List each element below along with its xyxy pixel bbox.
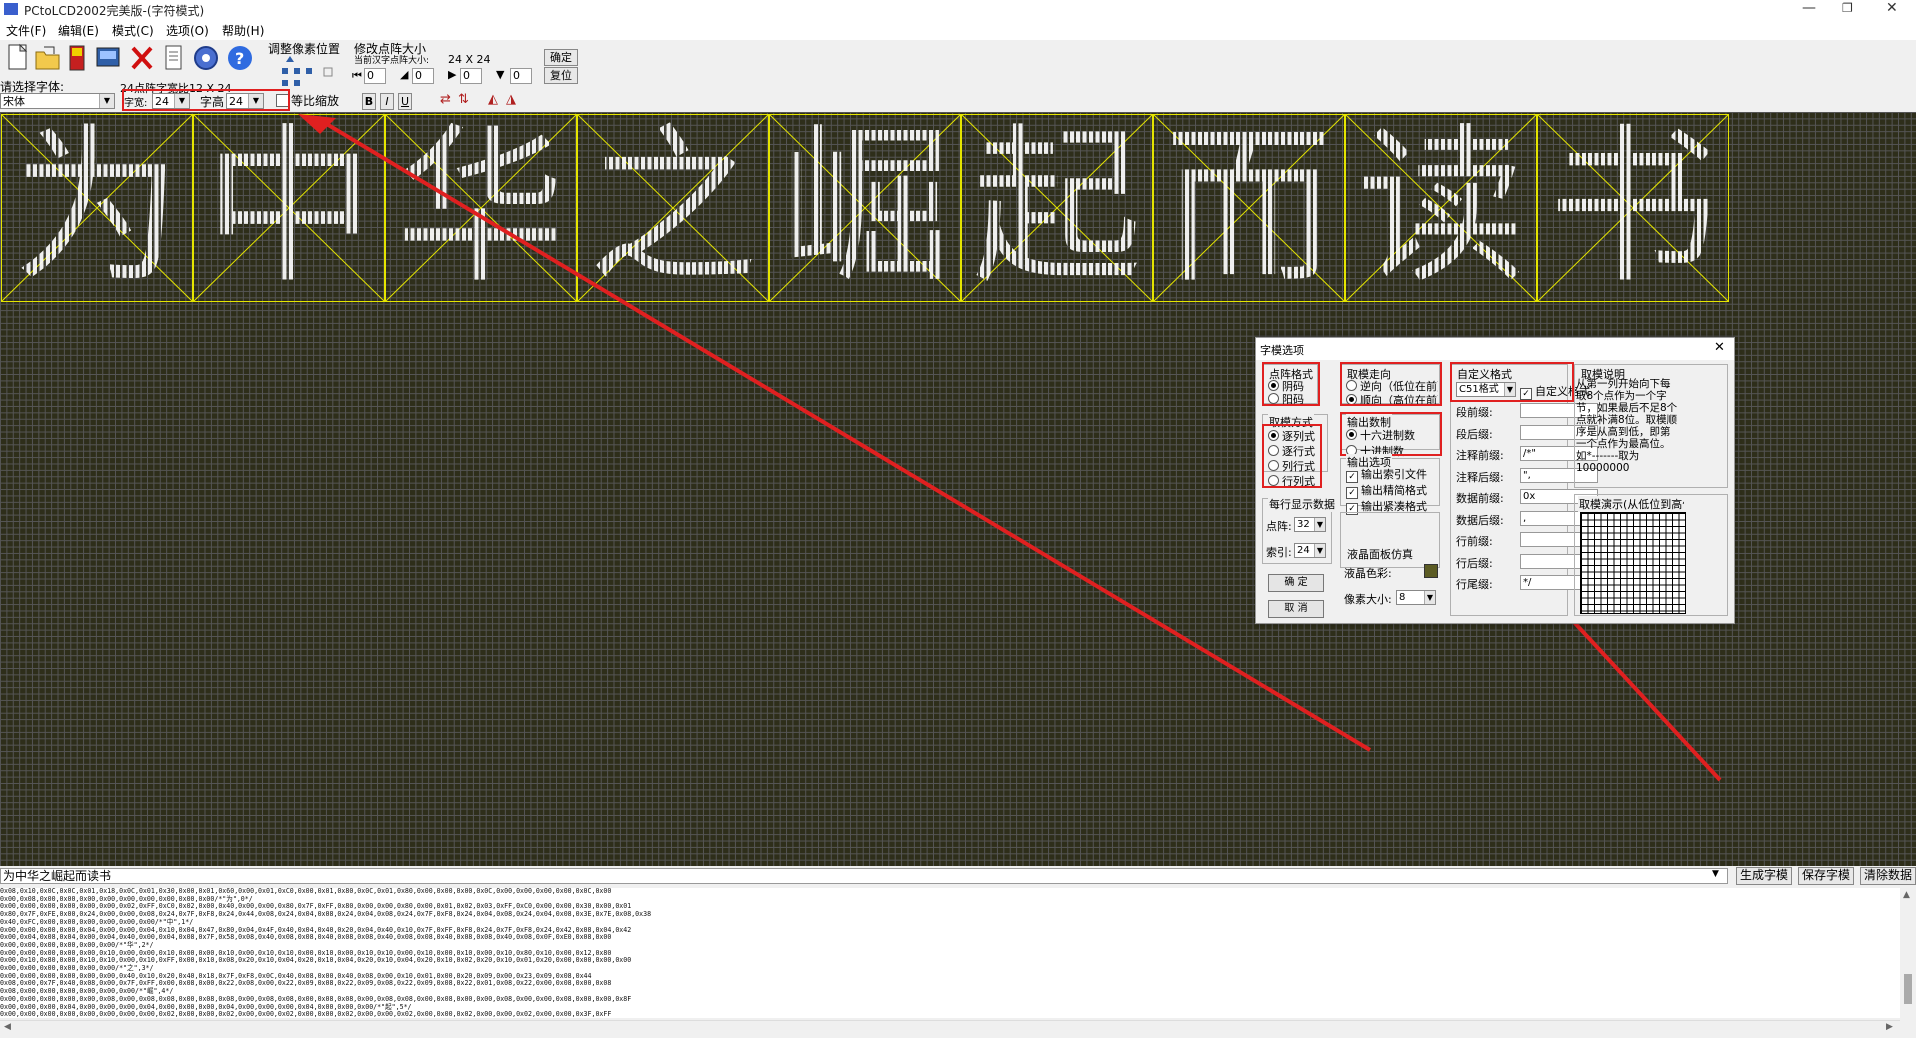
custom-row-label: 行后缀:: [1456, 556, 1493, 570]
dialog-ok-button[interactable]: 确 定: [1268, 574, 1324, 592]
custom-row-label: 数据后缀:: [1456, 513, 1504, 527]
custom-row-label: 数据前缀:: [1456, 492, 1504, 505]
output-text-area[interactable]: 0x08,0x10,0x0C,0x0C,0x01,0x18,0x0C,0x01,…: [0, 888, 1900, 1018]
font-options-dialog: 字模选项 ✕ 点阵格式 阴码 阳码 取模方式 逐列式 逐行式 列行式 行列式 每…: [1255, 337, 1735, 624]
chevron-down-icon: ▼: [1314, 544, 1325, 557]
scroll-right-icon[interactable]: ▶: [1886, 1022, 1893, 1032]
lcd-title: 液晶面板仿真: [1346, 546, 1414, 562]
horizontal-scrollbar[interactable]: ◀ ▶: [0, 1020, 1900, 1037]
custom-row-label: 段后缀:: [1456, 427, 1493, 441]
check-index-file[interactable]: ✓ 输出索引文件: [1346, 466, 1427, 483]
dots-select[interactable]: 32 ▼: [1294, 517, 1326, 532]
chevron-down-icon: ▼: [1424, 591, 1435, 604]
generate-button[interactable]: 生成字模: [1736, 867, 1792, 885]
dialog-close-icon[interactable]: ✕: [1714, 340, 1725, 355]
bottom-bar: 为中华之崛起而读书 ▼ 生成字模 保存字模 清除数据: [0, 866, 1916, 886]
chevron-down-icon[interactable]: ▼: [1712, 869, 1719, 879]
text-input[interactable]: 为中华之崛起而读书: [0, 868, 1728, 884]
per-row-title: 每行显示数据: [1268, 496, 1336, 512]
scroll-left-icon[interactable]: ◀: [4, 1022, 11, 1032]
scroll-up-icon[interactable]: ▲: [1903, 890, 1910, 900]
check-compact-format[interactable]: ✓ 输出精简格式: [1346, 482, 1427, 499]
index-label: 索引:: [1266, 546, 1292, 559]
custom-row-label: 注释前缀:: [1456, 449, 1504, 462]
lcd-color-swatch[interactable]: [1424, 564, 1438, 578]
pixel-size-select[interactable]: 8 ▼: [1396, 590, 1436, 605]
annotation-box: [1340, 412, 1442, 456]
output-line: 0x80,0x7F,0xFE,0x00,0x24,0x00,0x00,0x08,…: [0, 910, 652, 919]
demo-title: 取模演示(从低位到高位): [1578, 496, 1684, 512]
annotation-box: [1262, 362, 1320, 406]
lcd-color-label: 液晶色彩:: [1344, 567, 1392, 580]
dots-label: 点阵:: [1266, 520, 1292, 533]
annotation-box: [1450, 362, 1574, 402]
output-line: 0x00,0x04,0x08,0x04,0x00,0x04,0x40,0x00,…: [0, 933, 612, 942]
annotation-box: [1262, 424, 1322, 488]
scroll-thumb[interactable]: [1904, 974, 1912, 1004]
clear-button[interactable]: 清除数据: [1860, 867, 1916, 885]
output-line: 0x08,0x00,0x7F,0x40,0x08,0x00,0x7F,0xFF,…: [0, 979, 612, 988]
custom-row-label: 行尾缀:: [1456, 578, 1493, 591]
dialog-header: 字模选项 ✕: [1256, 338, 1734, 360]
dialog-cancel-button[interactable]: 取 消: [1268, 600, 1324, 618]
desc-text: 从第一列开始向下每取8个点作为一个字节，如果最后不足8个点就补满8位。取模顺序是…: [1576, 378, 1678, 474]
chevron-down-icon: ▼: [1314, 518, 1325, 531]
custom-row-label: 注释后缀:: [1456, 470, 1504, 484]
annotation-box: [1340, 362, 1442, 406]
index-select[interactable]: 24 ▼: [1294, 543, 1326, 558]
custom-row-label: 段前缀:: [1456, 406, 1493, 419]
output-line: 0x00,0x00,0x00,0x00,0x00,0x00,0x00,0x00,…: [0, 1010, 612, 1018]
output-line: 0x00,0x10,0x80,0x00,0x10,0x10,0x00,0x10,…: [0, 956, 632, 965]
custom-row-label: 行前缀:: [1456, 535, 1493, 548]
output-line: 0x08,0x10,0x0C,0x0C,0x01,0x18,0x0C,0x01,…: [0, 888, 612, 895]
dialog-title: 字模选项: [1260, 344, 1304, 357]
demo-grid: [1580, 512, 1686, 614]
vertical-scrollbar[interactable]: ▲: [1900, 888, 1916, 1020]
pixel-size-label: 像素大小:: [1344, 593, 1392, 606]
save-button[interactable]: 保存字模: [1798, 867, 1854, 885]
